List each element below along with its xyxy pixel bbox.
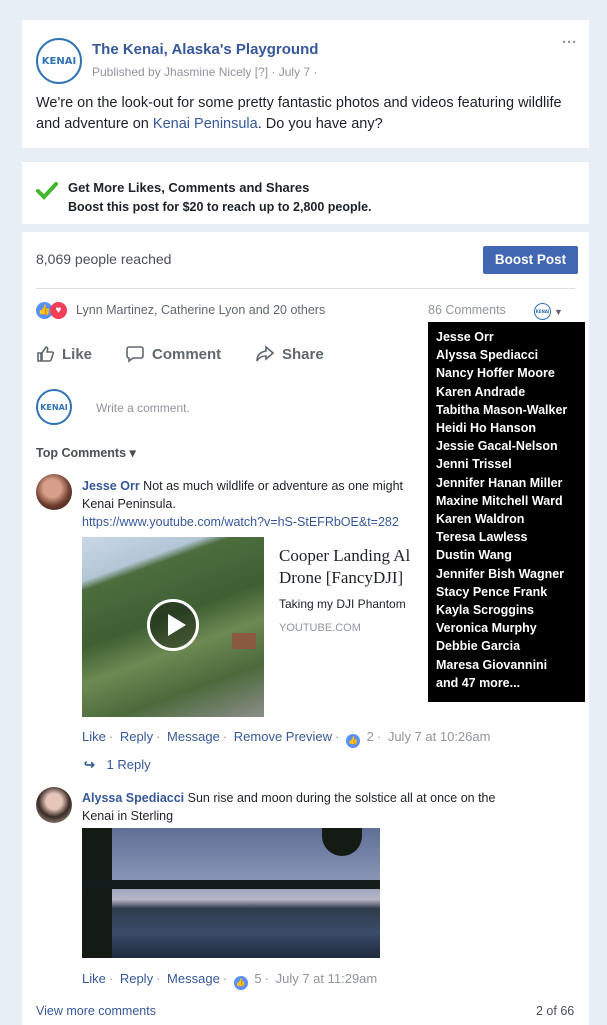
- play-button-icon[interactable]: [147, 599, 199, 651]
- tooltip-name: Kayla Scroggins: [436, 603, 534, 618]
- tooltip-name: Karen Andrade: [436, 384, 526, 399]
- share-action[interactable]: Share: [256, 345, 324, 363]
- comment1-like[interactable]: Like: [82, 729, 106, 744]
- preview-title-line2: Drone [FancyDJI]: [279, 568, 404, 587]
- comment1-url[interactable]: https://www.youtube.com/watch?v=hS-StEFR…: [82, 515, 399, 529]
- like-label: Like: [62, 345, 93, 363]
- comment1-avatar[interactable]: [36, 474, 72, 510]
- comment2-text: Sun rise and moon during the solstice al…: [184, 791, 496, 805]
- comment1-time[interactable]: July 7 at 10:26am: [388, 729, 491, 744]
- tooltip-name: Nancy Hoffer Moore: [436, 366, 555, 381]
- post-text-part2: . Do you have any?: [257, 116, 383, 132]
- post-text: We're on the look-out for some pretty fa…: [36, 93, 576, 135]
- comment2-author[interactable]: Alyssa Spediacci: [82, 791, 184, 805]
- share-icon: [256, 345, 274, 362]
- commenters-tooltip: Jesse Orr Alyssa Spediacci Nancy Hoffer …: [428, 322, 585, 702]
- tooltip-name: Dustin Wang: [436, 548, 512, 563]
- commenter-avatar: KENAI: [36, 389, 72, 425]
- tooltip-name: Maresa Giovannini: [436, 657, 548, 672]
- comment2-reaction-count[interactable]: 5: [254, 971, 261, 986]
- tooltip-name: Debbie Garcia: [436, 639, 521, 654]
- comment1-author[interactable]: Jesse Orr: [82, 479, 140, 493]
- comment1-reaction-icon[interactable]: 👍: [346, 734, 360, 748]
- tree-silhouette-right: [322, 828, 362, 856]
- comment2-actions: Like · Reply · Message · 👍 5 · July 7 at 11:…: [82, 971, 380, 990]
- commenter-avatar-selector[interactable]: KENAI ▼: [534, 303, 563, 320]
- play-triangle: [168, 614, 186, 636]
- comment-label: Comment: [152, 345, 222, 363]
- boost-banner: Get More Likes, Comments and Shares Boos…: [22, 162, 589, 224]
- comment2-text2: Kenai in Sterling: [82, 809, 174, 823]
- like-action[interactable]: Like: [36, 345, 92, 363]
- tooltip-name: Jennifer Hanan Miller: [436, 475, 563, 490]
- preview-title-line1: Cooper Landing Al: [279, 546, 411, 565]
- boost-banner-title: Get More Likes, Comments and Shares: [68, 180, 310, 195]
- comment-pagination: 2 of 66: [536, 1004, 575, 1018]
- tooltip-more: and 47 more...: [436, 675, 521, 690]
- preview-description: Taking my DJI Phantom: [279, 597, 406, 611]
- tooltip-name: Tabitha Mason-Walker: [436, 402, 568, 417]
- top-comments-dropdown[interactable]: Top Comments ▾: [36, 445, 136, 460]
- comment1-actions: Like · Reply · Message · Remove Preview · 👍 …: [82, 729, 493, 748]
- chevron-down-icon: ▼: [554, 306, 563, 317]
- comment2-reaction-icon[interactable]: 👍: [233, 976, 248, 990]
- post-text-link[interactable]: Kenai Peninsula: [153, 116, 258, 132]
- comment2-time[interactable]: July 7 at 11:29am: [276, 971, 378, 986]
- comment2-message[interactable]: Message: [167, 971, 220, 986]
- like-icon: [37, 346, 54, 362]
- boost-post-button[interactable]: Boost Post: [483, 246, 578, 274]
- comment1-text2: Kenai Peninsula.: [82, 497, 176, 511]
- comment-icon: [126, 346, 144, 363]
- comment1-remove-preview[interactable]: Remove Preview: [234, 729, 332, 744]
- tooltip-name: Teresa Lawless: [436, 530, 528, 545]
- preview-domain: YOUTUBE.COM: [279, 622, 361, 634]
- tooltip-name: Heidi Ho Hanson: [436, 421, 537, 436]
- reach-text: 8,069 people reached: [36, 251, 172, 267]
- tooltip-name: Alyssa Spediacci: [436, 348, 539, 363]
- page-avatar[interactable]: KENAI: [36, 38, 82, 84]
- love-reaction-icon[interactable]: ♥: [50, 302, 67, 319]
- comment2-photo[interactable]: [82, 828, 380, 958]
- comments-count[interactable]: 86 Comments: [428, 303, 506, 317]
- tooltip-name: Veronica Murphy: [436, 621, 537, 636]
- comment-action[interactable]: Comment: [126, 345, 221, 363]
- tooltip-name: Jenni Trissel: [436, 457, 512, 472]
- tooltip-name: Maxine Mitchell Ward: [436, 493, 563, 508]
- comment1-message[interactable]: Message: [167, 729, 220, 744]
- link-preview[interactable]: Cooper Landing Al Drone [FancyDJI] Takin…: [82, 537, 428, 717]
- kenai-mini-avatar: KENAI: [534, 303, 551, 320]
- comment2-body: Alyssa Spediacci Sun rise and moon durin…: [82, 789, 552, 825]
- comment2-reply[interactable]: Reply: [120, 971, 153, 986]
- reply-arrow-icon: ↪: [84, 757, 95, 772]
- reaction-names[interactable]: Lynn Martinez, Catherine Lyon and 20 oth…: [76, 303, 325, 317]
- comment1-body: Jesse Orr Not as much wildlife or advent…: [82, 477, 432, 531]
- comment2-like[interactable]: Like: [82, 971, 106, 986]
- write-comment-input[interactable]: Write a comment.: [96, 401, 416, 415]
- preview-title: Cooper Landing Al Drone [FancyDJI]: [279, 545, 410, 589]
- divider: [36, 288, 575, 289]
- comment2-avatar[interactable]: [36, 787, 72, 823]
- share-label: Share: [282, 345, 324, 363]
- shoreline: [82, 880, 380, 889]
- tooltip-name: Jesse Orr: [436, 330, 494, 344]
- comment1-reply[interactable]: Reply: [120, 729, 153, 744]
- more-options-icon[interactable]: ···: [562, 34, 577, 51]
- post-card: KENAI The Kenai, Alaska's Playground Pub…: [22, 20, 589, 148]
- tree-silhouette-left: [82, 828, 112, 958]
- comment1-replies-label[interactable]: 1 Reply: [107, 757, 151, 772]
- video-thumbnail[interactable]: [82, 537, 264, 717]
- tooltip-name: Stacy Pence Frank: [436, 584, 548, 599]
- comment1-reaction-count[interactable]: 2: [367, 729, 374, 744]
- tooltip-name: Jennifer Bish Wagner: [436, 566, 565, 581]
- post-meta: Published by Jhasmine Nicely [?] · July …: [92, 65, 318, 79]
- comment1-text: Not as much wildlife or adventure as one…: [139, 479, 404, 493]
- page-name[interactable]: The Kenai, Alaska's Playground: [92, 41, 318, 58]
- house-roof: [232, 633, 256, 649]
- tooltip-name: Jessie Gacal-Nelson: [436, 439, 558, 454]
- boost-banner-subtitle: Boost this post for $20 to reach up to 2…: [68, 200, 372, 214]
- check-icon: [36, 182, 58, 200]
- view-more-comments[interactable]: View more comments: [36, 1004, 156, 1018]
- tooltip-name: Karen Waldron: [436, 512, 525, 527]
- comment1-replies[interactable]: ↪ 1 Reply: [84, 757, 151, 773]
